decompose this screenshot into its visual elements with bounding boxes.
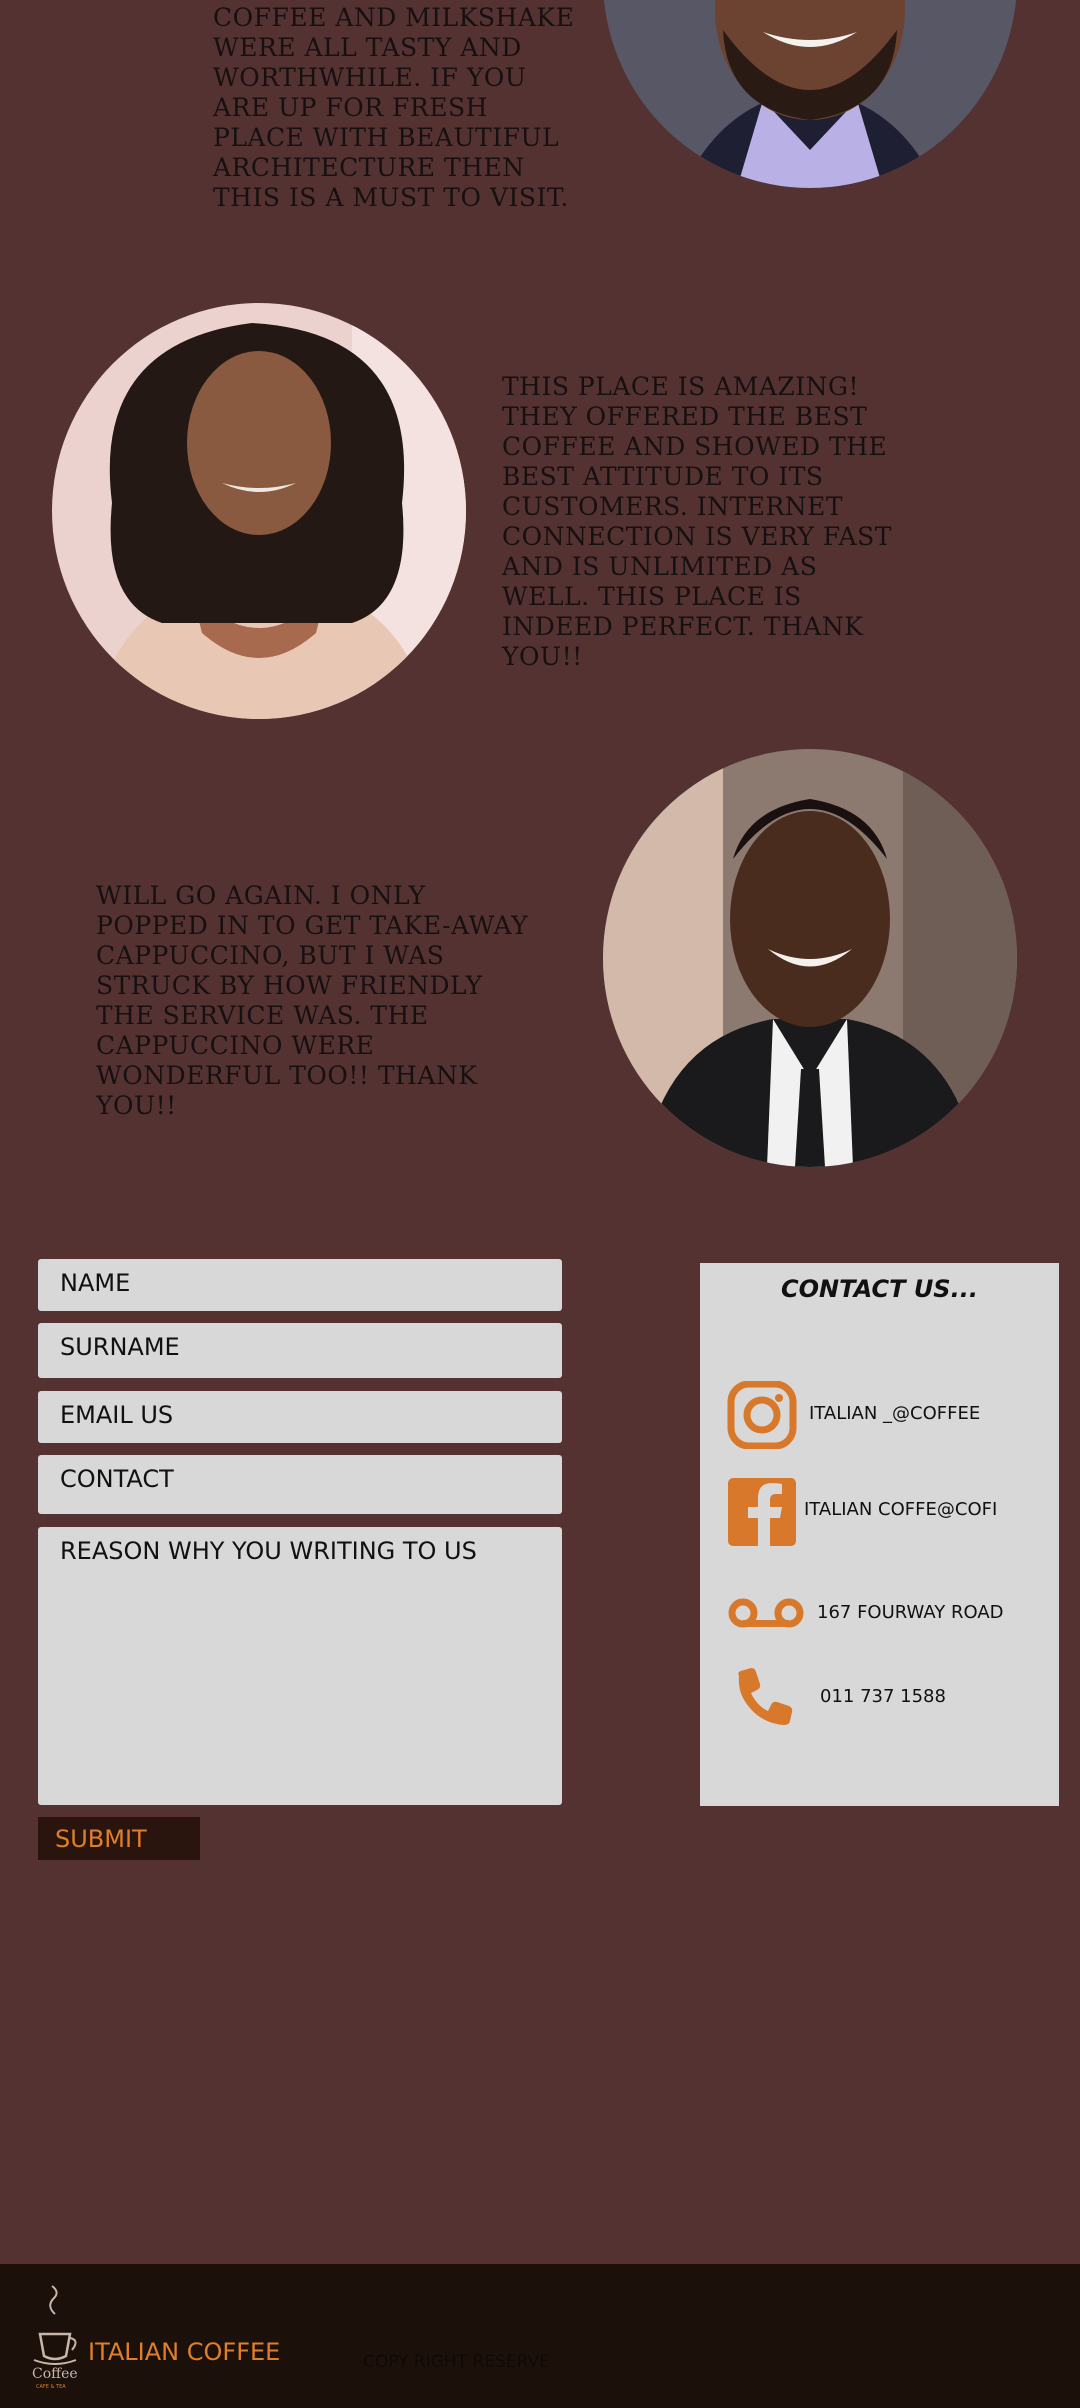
phone-icon [733, 1668, 793, 1732]
review-text-3: Will go again. I only popped in to get t… [96, 881, 529, 1120]
footer-brand[interactable]: ITALIAN COFFEE [88, 2338, 280, 2366]
address-label: 167 FOURWAY ROAD [817, 1602, 1004, 1623]
contact-address[interactable]: 167 FOURWAY ROAD [700, 1594, 1059, 1666]
email-field[interactable]: EMAIL US [38, 1391, 562, 1443]
logo-text: Coffee [32, 2366, 78, 2382]
instagram-icon [726, 1380, 798, 1453]
instagram-label: ITALIAN _@COFFEE [809, 1403, 981, 1424]
contact-title: CONTACT US... [781, 1275, 978, 1303]
submit-button[interactable]: SUBMIT [38, 1817, 200, 1860]
contact-card: CONTACT US... ITALIAN _@COFFEE ITALIAN C… [700, 1263, 1059, 1806]
contact-facebook[interactable]: ITALIAN COFFE@COFI [700, 1478, 1059, 1550]
coffee-cup-icon [33, 2285, 77, 2365]
reviewer-avatar-2 [52, 303, 466, 719]
footer-copyright: COPY RIGHT RESERVE [363, 2352, 550, 2372]
review-text-2: This place is amazing! They offered the … [502, 372, 892, 671]
contact-phone[interactable]: 011 737 1588 [700, 1668, 1059, 1740]
facebook-label: ITALIAN COFFE@COFI [804, 1499, 998, 1520]
logo-subtext: CAFE & TEA [36, 2384, 66, 2390]
coffee-logo[interactable]: Coffee CAFE & TEA [28, 2284, 82, 2396]
facebook-icon [726, 1478, 798, 1550]
surname-field[interactable]: SURNAME [38, 1323, 562, 1378]
reviewer-avatar-1 [603, 0, 1017, 188]
voicemail-icon [726, 1598, 806, 1632]
name-field[interactable]: NAME [38, 1259, 562, 1311]
review-text-1: Coffee and milkshake were all tasty and … [213, 3, 575, 212]
reviewer-avatar-3 [603, 749, 1017, 1167]
reason-textarea[interactable]: REASON WHY YOU WRITING TO US [38, 1527, 562, 1805]
contact-field[interactable]: CONTACT [38, 1455, 562, 1514]
contact-instagram[interactable]: ITALIAN _@COFFEE [700, 1380, 1059, 1453]
phone-label: 011 737 1588 [820, 1686, 946, 1707]
footer: Coffee CAFE & TEA ITALIAN COFFEE COPY RI… [0, 2264, 1080, 2408]
